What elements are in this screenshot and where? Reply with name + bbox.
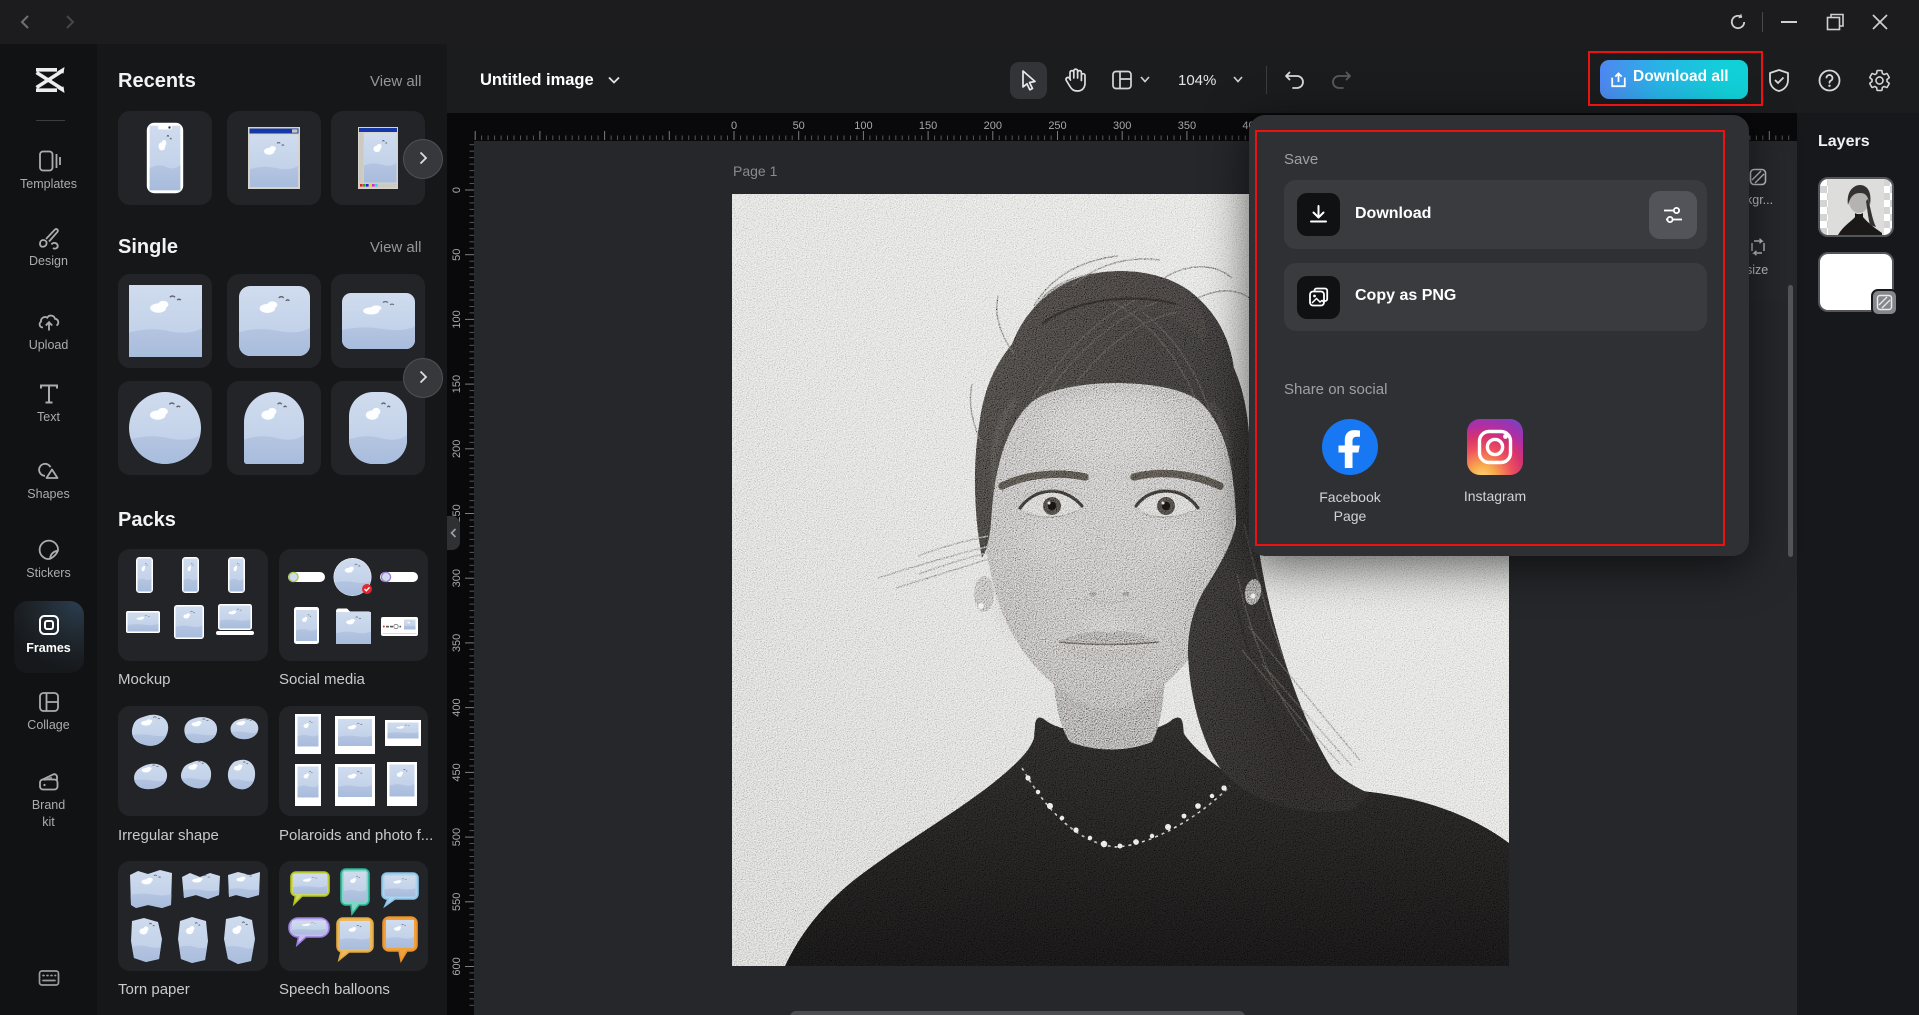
svg-text:450: 450 bbox=[451, 763, 463, 781]
svg-text:350: 350 bbox=[451, 634, 463, 652]
svg-text:50: 50 bbox=[451, 249, 463, 261]
svg-text:350: 350 bbox=[1178, 120, 1196, 132]
svg-text:600: 600 bbox=[451, 957, 463, 975]
svg-text:150: 150 bbox=[919, 120, 937, 132]
svg-text:200: 200 bbox=[451, 440, 463, 458]
svg-text:50: 50 bbox=[793, 120, 805, 132]
svg-text:100: 100 bbox=[451, 310, 463, 328]
svg-text:100: 100 bbox=[854, 120, 872, 132]
svg-text:400: 400 bbox=[451, 698, 463, 716]
svg-text:300: 300 bbox=[451, 569, 463, 587]
svg-text:0: 0 bbox=[731, 120, 737, 132]
svg-text:200: 200 bbox=[984, 120, 1002, 132]
svg-text:0: 0 bbox=[451, 187, 463, 193]
svg-text:550: 550 bbox=[451, 893, 463, 911]
svg-text:300: 300 bbox=[1113, 120, 1131, 132]
svg-text:150: 150 bbox=[451, 375, 463, 393]
svg-text:250: 250 bbox=[1048, 120, 1066, 132]
svg-text:500: 500 bbox=[451, 828, 463, 846]
